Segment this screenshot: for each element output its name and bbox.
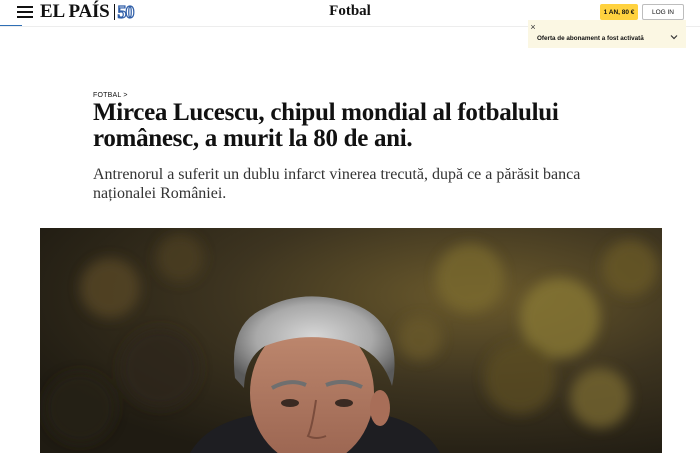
section-title[interactable]: Fotbal (0, 3, 700, 20)
subscribe-button[interactable]: 1 AN, 80 € (600, 4, 638, 20)
article-headline: Mircea Lucescu, chipul mondial al fotbal… (93, 99, 559, 152)
login-button[interactable]: LOG IN (642, 4, 684, 20)
article-photo[interactable] (40, 228, 662, 453)
article-subheadline: Antrenorul a suferit un dublu infarct vi… (93, 166, 581, 202)
chevron-down-icon[interactable] (669, 32, 679, 42)
close-icon[interactable]: × (528, 22, 538, 32)
coach-portrait-image (40, 228, 662, 453)
subscription-notification: × Oferta de abonament a fost activată (528, 20, 686, 48)
notification-text: Oferta de abonament a fost activată (537, 35, 644, 42)
section-breadcrumb[interactable]: FOTBAL > (93, 92, 128, 99)
